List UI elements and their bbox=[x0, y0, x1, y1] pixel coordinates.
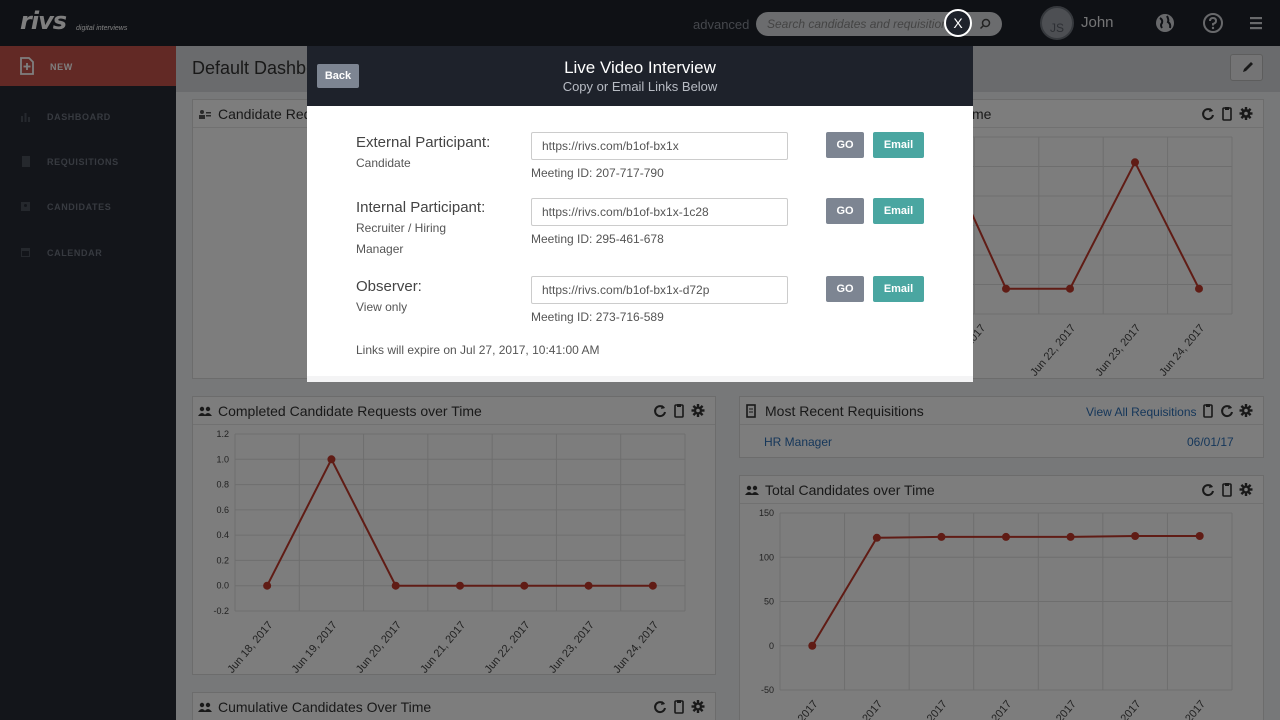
internal-link-input[interactable] bbox=[531, 198, 788, 226]
email-button[interactable]: Email bbox=[873, 198, 924, 224]
meeting-id: Meeting ID: 273-716-589 bbox=[531, 310, 664, 324]
go-button[interactable]: GO bbox=[826, 276, 864, 302]
meeting-id: Meeting ID: 295-461-678 bbox=[531, 232, 664, 246]
email-button[interactable]: Email bbox=[873, 276, 924, 302]
participant-label: Observer: bbox=[356, 278, 422, 295]
modal-header: Live Video Interview Copy or Email Links… bbox=[307, 46, 973, 106]
modal-title: Live Video Interview bbox=[564, 58, 716, 77]
observer-link-input[interactable] bbox=[531, 276, 788, 304]
participant-label: Internal Participant: bbox=[356, 199, 486, 216]
go-button[interactable]: GO bbox=[826, 132, 864, 158]
back-button[interactable]: Back bbox=[317, 64, 359, 88]
email-button[interactable]: Email bbox=[873, 132, 924, 158]
participant-role: Candidate bbox=[356, 156, 411, 170]
external-link-input[interactable] bbox=[531, 132, 788, 160]
modal-body: External Participant: Candidate Meeting … bbox=[307, 106, 973, 376]
participant-label: External Participant: bbox=[356, 134, 491, 151]
close-icon: X bbox=[953, 15, 963, 31]
participant-role: Recruiter / Hiring Manager bbox=[356, 221, 447, 256]
participant-role: View only bbox=[356, 300, 408, 314]
expiration-text: Links will expire on Jul 27, 2017, 10:41… bbox=[356, 343, 600, 357]
meeting-id: Meeting ID: 207-717-790 bbox=[531, 166, 664, 180]
modal-subtitle: Copy or Email Links Below bbox=[562, 79, 718, 94]
close-modal-button[interactable]: X bbox=[944, 9, 972, 37]
live-video-interview-modal: Live Video Interview Copy or Email Links… bbox=[307, 46, 973, 382]
go-button[interactable]: GO bbox=[826, 198, 864, 224]
